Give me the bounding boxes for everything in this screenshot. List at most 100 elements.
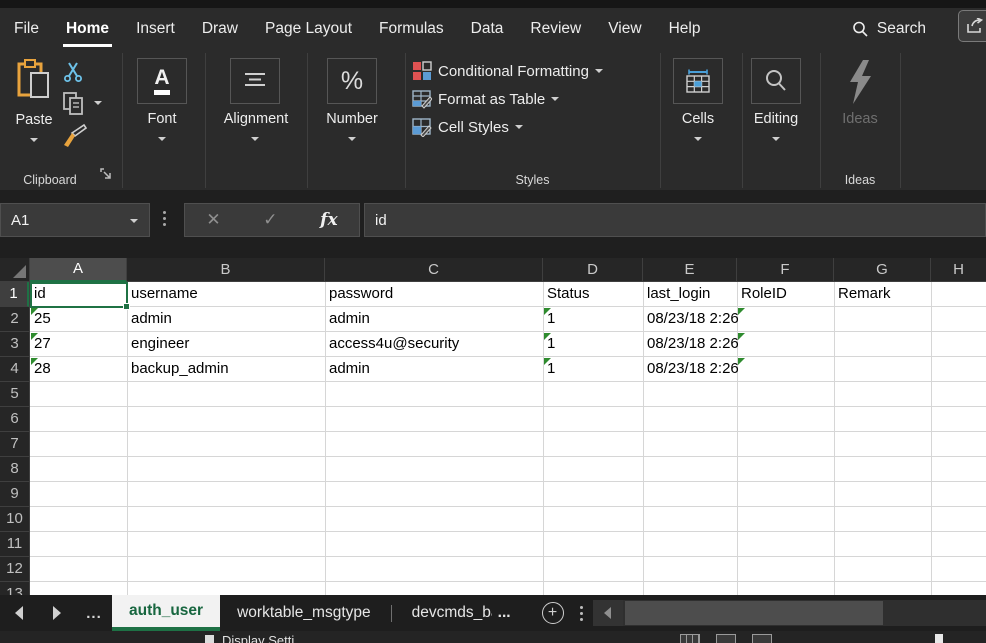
font-button[interactable]: A	[137, 58, 187, 104]
column-header-d[interactable]: D	[543, 258, 643, 282]
column-header-a[interactable]: A	[30, 258, 127, 282]
column-header-c[interactable]: C	[325, 258, 543, 282]
cell-C4[interactable]: admin	[325, 357, 370, 382]
tab-draw[interactable]: Draw	[202, 20, 238, 38]
row-header-9[interactable]: 9	[0, 482, 29, 507]
number-button[interactable]: %	[327, 58, 377, 104]
cell-G1[interactable]: Remark	[834, 282, 891, 307]
row-header-1[interactable]: 1	[0, 282, 29, 307]
tab-review[interactable]: Review	[530, 20, 581, 38]
fill-handle[interactable]	[123, 303, 130, 310]
row-header-11[interactable]: 11	[0, 532, 29, 557]
font-dropdown-caret[interactable]	[158, 137, 166, 141]
cell-E3[interactable]: 08/23/18 2:26	[643, 332, 739, 357]
sheet-tab-auth-user[interactable]: auth_user	[112, 595, 220, 631]
format-painter-button[interactable]	[60, 123, 88, 154]
row-header-8[interactable]: 8	[0, 457, 29, 482]
column-header-h[interactable]: H	[931, 258, 986, 282]
column-header-f[interactable]: F	[737, 258, 834, 282]
sheet-tab-devcmds-label: devcmds_ba	[412, 604, 492, 622]
column-header-e[interactable]: E	[643, 258, 737, 282]
tab-formulas[interactable]: Formulas	[379, 20, 444, 38]
ideas-button[interactable]	[832, 58, 888, 111]
tab-help[interactable]: Help	[669, 20, 701, 38]
editing-button[interactable]	[751, 58, 801, 104]
cells-icon	[685, 69, 711, 93]
cell-E1[interactable]: last_login	[643, 282, 710, 307]
column-header-b[interactable]: B	[127, 258, 325, 282]
row-header-12[interactable]: 12	[0, 557, 29, 582]
cell-C1[interactable]: password	[325, 282, 393, 307]
sheet-options-button[interactable]	[580, 606, 583, 621]
cell-B1[interactable]: username	[127, 282, 198, 307]
alignment-dropdown-caret[interactable]	[251, 137, 259, 141]
error-indicator-icon	[738, 358, 745, 365]
clipboard-dialog-launcher[interactable]	[100, 167, 112, 185]
row-header-2[interactable]: 2	[0, 307, 29, 332]
cell-styles-button[interactable]: Cell Styles	[412, 117, 523, 137]
view-page-layout-button[interactable]	[716, 634, 736, 643]
share-button[interactable]	[958, 10, 986, 42]
alignment-button[interactable]	[230, 58, 280, 104]
insert-function-icon[interactable]: fx	[320, 210, 337, 230]
sheet-tab-devcmds[interactable]: devcmds_ba ...	[395, 595, 528, 631]
more-sheets-indicator[interactable]: ...	[76, 595, 112, 631]
scrollbar-thumb[interactable]	[625, 601, 883, 625]
zoom-slider-handle[interactable]	[935, 634, 943, 643]
row-header-6[interactable]: 6	[0, 407, 29, 432]
name-box-caret[interactable]	[130, 219, 138, 223]
sheet-tab-worktable-msgtype[interactable]: worktable_msgtype	[220, 595, 388, 631]
cell-D1[interactable]: Status	[543, 282, 590, 307]
formula-input[interactable]: id	[364, 203, 986, 237]
cell-B4[interactable]: backup_admin	[127, 357, 229, 382]
view-page-break-button[interactable]	[752, 634, 772, 643]
cell-B2[interactable]: admin	[127, 307, 172, 332]
enter-icon[interactable]: ✓	[263, 210, 277, 230]
display-settings-label[interactable]: Display Setti	[222, 633, 294, 643]
cell-C2[interactable]: admin	[325, 307, 370, 332]
format-as-table-button[interactable]: Format as Table	[412, 89, 559, 109]
row-header-5[interactable]: 5	[0, 382, 29, 407]
tab-page-layout[interactable]: Page Layout	[265, 20, 352, 38]
new-sheet-button[interactable]: +	[542, 602, 564, 624]
view-normal-button[interactable]	[680, 634, 700, 643]
row-header-13[interactable]: 13	[0, 582, 29, 595]
name-box[interactable]: A1	[0, 203, 150, 237]
cancel-icon[interactable]: ✕	[206, 210, 220, 230]
cells-dropdown-caret[interactable]	[694, 137, 702, 141]
paste-dropdown-caret[interactable]	[30, 138, 38, 142]
row-header-10[interactable]: 10	[0, 507, 29, 532]
tab-file[interactable]: File	[14, 20, 39, 38]
tab-insert[interactable]: Insert	[136, 20, 175, 38]
tab-data[interactable]: Data	[471, 20, 504, 38]
horizontal-scrollbar[interactable]	[593, 600, 986, 626]
search-button[interactable]: Search	[852, 20, 926, 38]
row-header-4[interactable]: 4	[0, 357, 29, 382]
number-dropdown-caret[interactable]	[348, 137, 356, 141]
cell-F1[interactable]: RoleID	[737, 282, 787, 307]
cell-B3[interactable]: engineer	[127, 332, 189, 357]
paste-button[interactable]	[8, 58, 60, 107]
error-indicator-icon	[544, 358, 551, 365]
editing-dropdown-caret[interactable]	[772, 137, 780, 141]
formula-bar-grip[interactable]	[163, 211, 166, 226]
tab-view[interactable]: View	[608, 20, 641, 38]
cell-E2[interactable]: 08/23/18 2:26	[643, 307, 739, 332]
row-header-7[interactable]: 7	[0, 432, 29, 457]
spreadsheet-grid[interactable]: id username password Status last_login R…	[30, 282, 986, 595]
tab-home[interactable]: Home	[66, 20, 109, 38]
styles-group-label: Styles	[405, 173, 660, 187]
conditional-formatting-button[interactable]: Conditional Formatting	[412, 61, 603, 81]
column-header-g[interactable]: G	[834, 258, 931, 282]
cells-button[interactable]	[673, 58, 723, 104]
copy-dropdown-caret[interactable]	[94, 101, 102, 105]
select-all-corner[interactable]	[0, 258, 30, 282]
sheet-nav-left-button[interactable]	[0, 595, 38, 631]
sheet-nav-right-button[interactable]	[38, 595, 76, 631]
cut-button[interactable]	[62, 61, 84, 88]
cell-E4[interactable]: 08/23/18 2:26	[643, 357, 739, 382]
copy-button[interactable]	[62, 91, 88, 122]
cell-C3[interactable]: access4u@security	[325, 332, 459, 357]
row-header-3[interactable]: 3	[0, 332, 29, 357]
scroll-left-button[interactable]	[593, 600, 623, 626]
